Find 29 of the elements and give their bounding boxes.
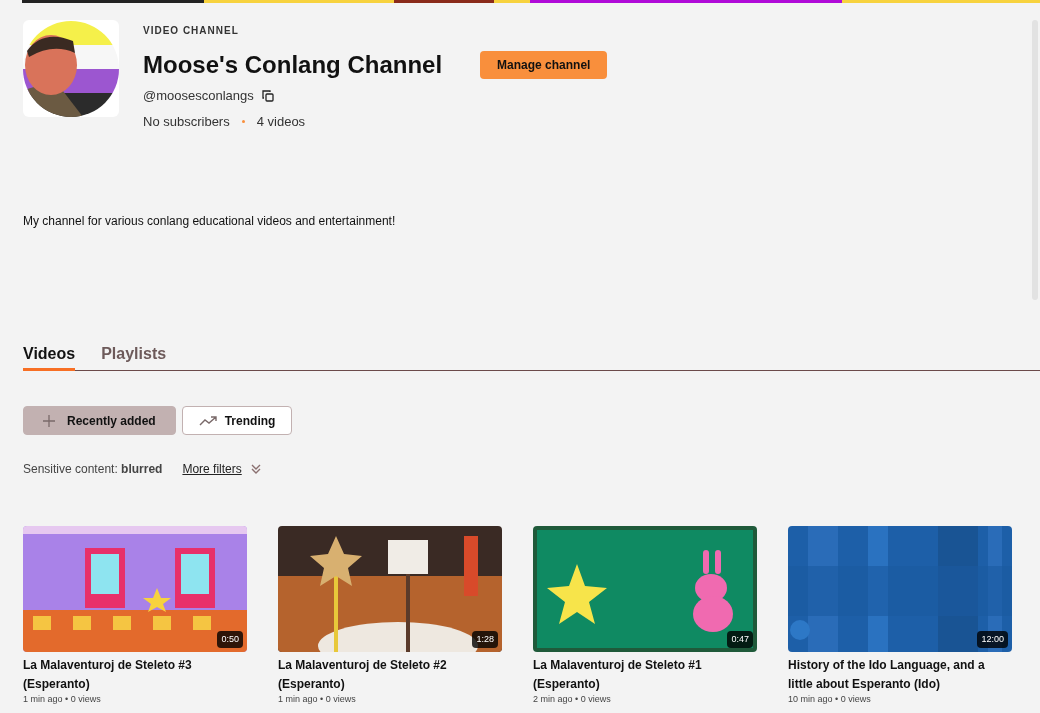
video-thumbnail[interactable]: 1:28 [278, 526, 502, 652]
video-meta: 1 min ago • 0 views [23, 694, 102, 705]
video-meta: 10 min ago • 0 views [788, 694, 872, 705]
tab[interactable]: Playlists [101, 342, 167, 371]
copy-icon[interactable] [261, 89, 274, 102]
video-count: 4 videos [256, 112, 306, 131]
channel-description: My channel for various conlang educational videos and entertainment! [23, 213, 397, 230]
video-title[interactable]: La Malaventuroj de Steleto #3 (Esperanto) [23, 656, 247, 694]
video-thumbnail[interactable]: 0:50 [23, 526, 247, 652]
tab[interactable]: Videos [23, 342, 76, 371]
video-meta: 2 min ago • 0 views [533, 694, 612, 705]
video-title[interactable]: La Malaventuroj de Steleto #2 (Esperanto) [278, 656, 502, 694]
channel-handle: @moosesconlangs [143, 87, 254, 105]
sensitive-content-setting: Sensitive content: blurred [23, 461, 163, 478]
subscriber-count: No subscribers [143, 112, 230, 131]
video-meta: 1 min ago • 0 views [278, 694, 357, 705]
video-thumbnail[interactable]: 12:00 [788, 526, 1012, 652]
sort-button[interactable]: Trending [181, 406, 293, 435]
trending-icon [198, 415, 217, 426]
more-filters-link[interactable]: More filters [182, 460, 262, 478]
video-title[interactable]: History of the Ido Language, and a little about Esperanto (Ido) [788, 656, 1012, 694]
plus-icon [43, 414, 55, 427]
channel-name: Moose's Conlang Channel [143, 50, 443, 80]
sort-button[interactable]: Recently added [23, 406, 176, 435]
video-thumbnail[interactable]: 0:47 [533, 526, 757, 652]
video-title[interactable]: La Malaventuroj de Steleto #1 (Esperanto) [533, 656, 757, 694]
manage-channel-button[interactable]: Manage channel [480, 51, 608, 79]
chevron-down-icon [249, 463, 262, 475]
channel-type-label: VIDEO CHANNEL [143, 24, 240, 38]
